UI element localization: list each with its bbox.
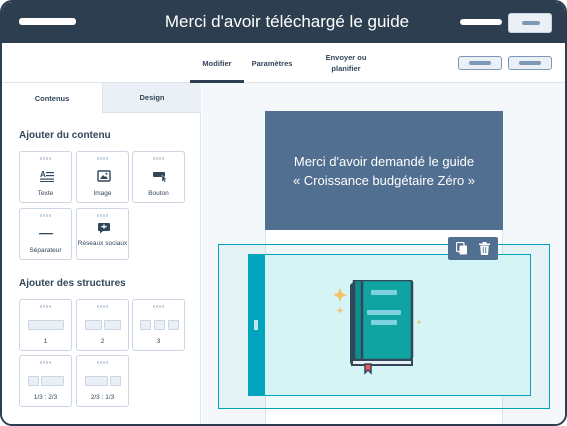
header-action-button[interactable] [508, 13, 552, 33]
structure-column-block [168, 320, 179, 330]
structure-column-block [104, 320, 121, 330]
tertiary-action-button[interactable] [508, 56, 552, 70]
structure-tile-1[interactable]: 1 [19, 299, 72, 351]
tile-label: Séparateur [29, 247, 62, 254]
module-toolbar [448, 237, 498, 260]
structure-tile-1-3-2-3[interactable]: 1/3 : 2/3 [19, 355, 72, 407]
structure-tile-3[interactable]: 3 [132, 299, 185, 351]
drag-grip-icon [153, 157, 165, 160]
sparkle-icon [417, 320, 421, 324]
email-header-section[interactable]: Merci d'avoir demandé le guide « Croissa… [265, 111, 503, 230]
book-title-bar [367, 310, 401, 315]
svg-text:A: A [40, 170, 46, 179]
content-tile-bouton[interactable]: Bouton [132, 151, 185, 203]
structure-column-block [41, 376, 64, 386]
structure-column-block [28, 320, 64, 330]
sparkle-icon [334, 288, 347, 302]
bookmark-ribbon [364, 363, 372, 375]
book-title-bar [371, 290, 397, 295]
book-spine [352, 280, 364, 362]
content-tile-texte[interactable]: A Texte [19, 151, 72, 203]
text-icon: A [40, 170, 54, 182]
tile-label: 3 [156, 338, 161, 345]
drag-grip-icon [40, 361, 52, 364]
drag-grip-icon [153, 305, 165, 308]
secondary-action-button[interactable] [458, 56, 502, 70]
content-tile-image[interactable]: Image [76, 151, 129, 203]
sidebar: Contenus Design Ajouter du contenu A Tex… [2, 83, 201, 424]
drag-grip-icon [97, 214, 109, 217]
content-tile-reseaux-sociaux[interactable]: Réseaux sociaux [76, 208, 129, 260]
book-icon [334, 280, 421, 375]
book-pages [351, 359, 413, 366]
header-link-placeholder[interactable] [460, 19, 502, 25]
image-icon [97, 170, 111, 182]
tile-label: 2 [100, 338, 105, 345]
divider-icon [39, 233, 53, 235]
structure-column-block [28, 376, 39, 386]
tab-envoyer-ou-planifier[interactable]: Envoyer ou planifier [318, 43, 374, 83]
social-icon [98, 223, 110, 234]
top-header: Merci d'avoir téléchargé le guide [2, 2, 565, 43]
email-canvas: Merci d'avoir demandé le guide « Croissa… [202, 83, 565, 424]
button-icon [153, 172, 167, 182]
tab-modifier[interactable]: Modifier [190, 43, 244, 83]
tile-label: Image [93, 190, 112, 197]
email-heading-line-2: « Croissance budgétaire Zéro » [292, 173, 476, 188]
email-heading[interactable]: Merci d'avoir demandé le guide « Croissa… [265, 152, 503, 190]
structure-column-block [85, 376, 108, 386]
sidebar-tab-design[interactable]: Design [102, 83, 201, 113]
app-window: Merci d'avoir téléchargé le guide Modifi… [0, 0, 567, 426]
add-content-title: Ajouter du contenu [19, 130, 111, 141]
structure-column-block [110, 376, 121, 386]
tile-label: 2/3 : 1/3 [90, 394, 115, 401]
editor-tabs: Modifier Paramètres Envoyer ou planifier [2, 43, 565, 83]
tile-label: 1 [43, 338, 48, 345]
structure-tile-2[interactable]: 2 [76, 299, 129, 351]
drag-grip-icon [97, 305, 109, 308]
drag-grip-icon [97, 361, 109, 364]
image-module[interactable] [248, 254, 531, 396]
add-structures-title: Ajouter des structures [19, 278, 126, 289]
trash-icon[interactable] [479, 242, 490, 255]
back-link-placeholder[interactable] [19, 18, 76, 25]
module-drag-handle[interactable] [248, 254, 265, 396]
tile-label: 1/3 : 2/3 [33, 394, 58, 401]
book-title-bar [371, 320, 397, 325]
tile-label: Réseaux sociaux [77, 240, 128, 247]
tile-label: Texte [37, 190, 54, 197]
email-heading-line-1: Merci d'avoir demandé le guide [293, 154, 475, 169]
sidebar-tab-contenus[interactable]: Contenus [2, 83, 102, 113]
drag-grip-icon [40, 157, 52, 160]
clone-icon[interactable] [456, 242, 468, 255]
sparkle-icon [336, 307, 344, 314]
tab-parametres[interactable]: Paramètres [246, 43, 298, 83]
structure-column-block [140, 320, 151, 330]
drag-grip-icon [40, 305, 52, 308]
drag-grip-icon [40, 214, 52, 217]
structure-column-block [154, 320, 165, 330]
content-tile-separateur[interactable]: Séparateur [19, 208, 72, 260]
page-title: Merci d'avoir téléchargé le guide [164, 12, 410, 31]
structure-column-block [85, 320, 102, 330]
structure-tile-2-3-1-3[interactable]: 2/3 : 1/3 [76, 355, 129, 407]
drag-dots-icon [254, 320, 258, 330]
drag-grip-icon [97, 157, 109, 160]
tile-label: Bouton [148, 190, 169, 197]
